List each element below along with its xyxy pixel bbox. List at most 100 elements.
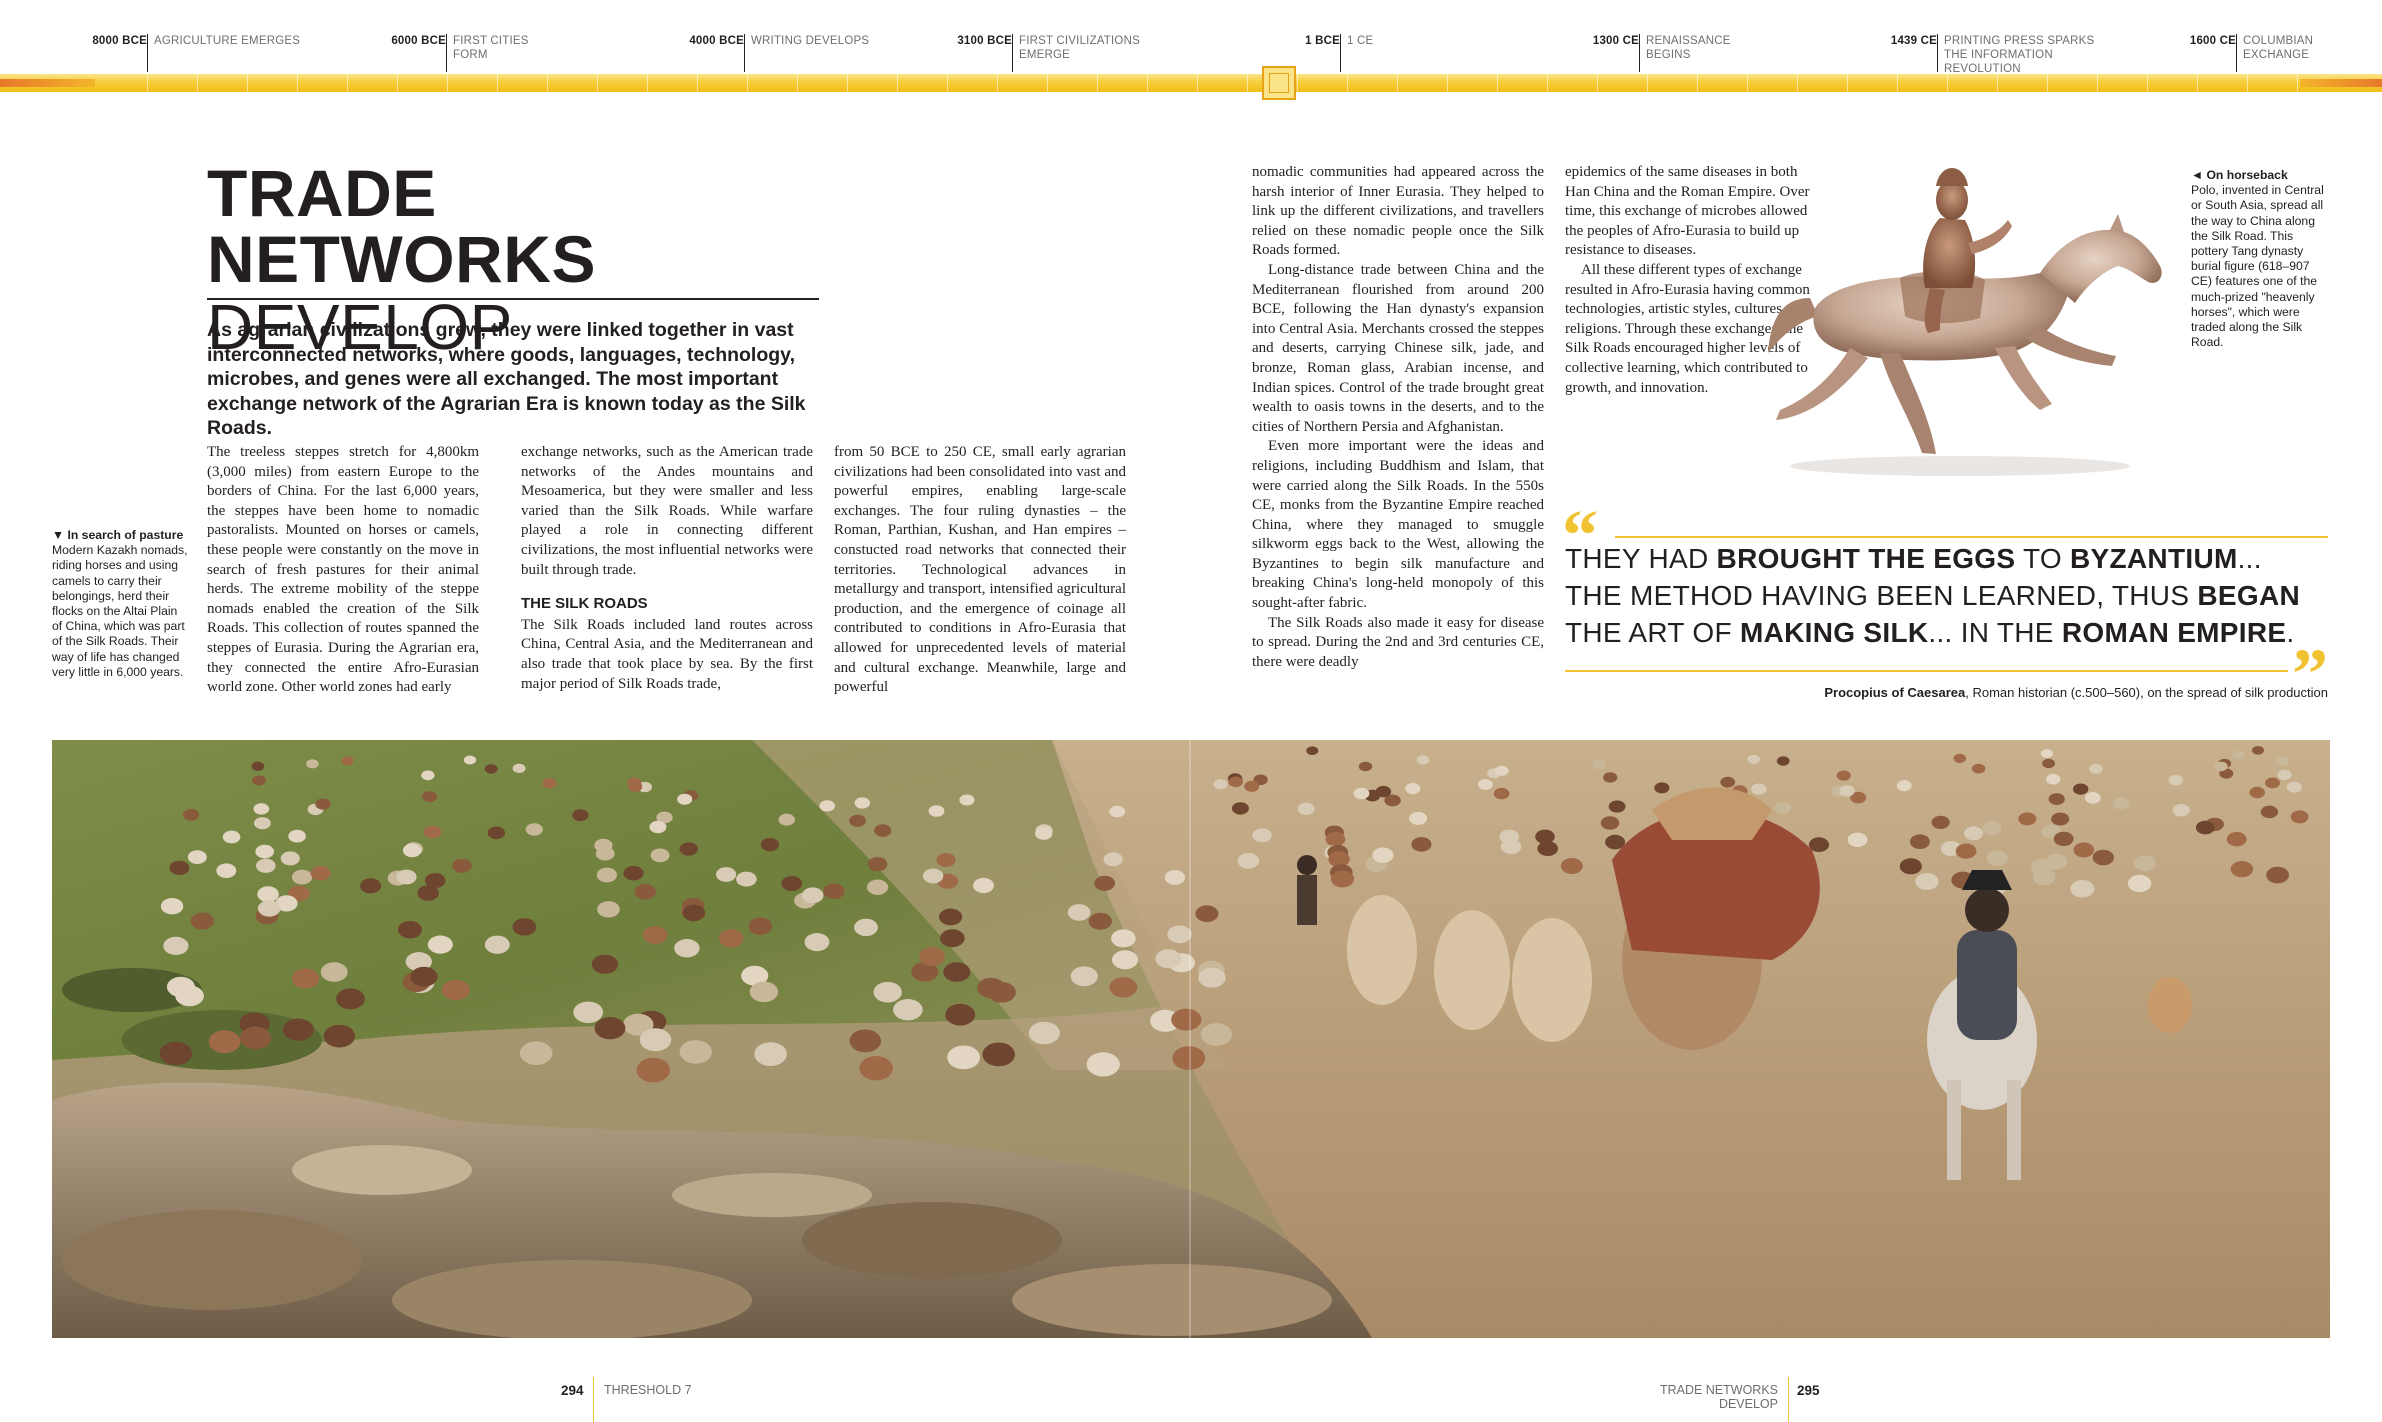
body-paragraph: Even more important were the ideas and r… — [1252, 438, 1544, 612]
title-divider — [207, 298, 819, 300]
timeline-tick — [1639, 34, 1640, 72]
timeline-tick — [2236, 34, 2237, 72]
timeline-date: 3100 BCE — [957, 35, 1012, 47]
body-paragraph: The treeless steppes stretch for 4,800km… — [207, 444, 479, 696]
quote-author-description: , Roman historian (c.500–560), on the sp… — [1965, 685, 2328, 700]
timeline-bar-segment — [2047, 74, 2048, 92]
timeline-bar-segment — [1897, 74, 1898, 92]
body-column-3: from 50 BCE to 250 CE, small early agrar… — [834, 443, 1126, 698]
timeline-date: 6000 BCE — [391, 35, 446, 47]
timeline-bar-segment — [797, 74, 798, 92]
timeline-bar-segment — [1797, 74, 1798, 92]
nomads-herding-photo — [52, 740, 2330, 1338]
timeline-bar-segment — [697, 74, 698, 92]
timeline-bar-segment — [197, 74, 198, 92]
timeline-bar-segment — [497, 74, 498, 92]
timeline-bar-segment — [1297, 74, 1298, 92]
body-paragraph: exchange networks, such as the American … — [521, 444, 813, 578]
caption-text: Modern Kazakh nomads, riding horses and … — [52, 543, 188, 679]
timeline-date: 8000 BCE — [92, 35, 147, 47]
timeline-bar-segment — [1197, 74, 1198, 92]
timeline-bar-segment — [947, 74, 948, 92]
timeline-date: 1439 CE — [1890, 35, 1937, 47]
timeline-bar-segment — [1497, 74, 1498, 92]
timeline-label: PRINTING PRESS SPARKS THE INFORMATION RE… — [1944, 35, 2095, 75]
timeline-bar-segment — [1447, 74, 1448, 92]
timeline-current-marker — [1262, 66, 1296, 100]
timeline-bar-segment — [847, 74, 848, 92]
timeline-bar-segment — [2297, 74, 2298, 92]
body-paragraph: Long-distance trade between China and th… — [1252, 261, 1544, 435]
timeline-tick — [147, 34, 148, 72]
page-number-left: 294 — [561, 1383, 584, 1398]
timeline-bar-segment — [147, 74, 148, 92]
footer-rule-right — [1788, 1377, 1789, 1422]
timeline-bar-segment — [597, 74, 598, 92]
body-column-1: The treeless steppes stretch for 4,800km… — [207, 443, 479, 698]
quote-emphasis: ROMAN EMPIRE — [2061, 617, 2287, 648]
caption-title: ◄ On horseback — [2191, 168, 2288, 182]
timeline-bar-segment — [1697, 74, 1698, 92]
timeline-bar-segment — [1397, 74, 1398, 92]
timeline-tick — [1012, 34, 1013, 72]
timeline-bar-segment — [747, 74, 748, 92]
intro-paragraph: As agrarian civilizations grew, they wer… — [207, 319, 806, 439]
timeline-bar-right-end — [2300, 79, 2382, 87]
timeline-label: AGRICULTURE EMERGES — [154, 35, 301, 47]
quote-author: Procopius of Caesarea — [1824, 685, 1966, 700]
quote-emphasis: BROUGHT THE EGGS — [1716, 543, 2016, 574]
quote-attribution: Procopius of Caesarea, Roman historian (… — [1565, 685, 2328, 700]
body-paragraph: nomadic communities had appeared across … — [1252, 164, 1544, 259]
timeline-bar-segment — [2147, 74, 2148, 92]
body-paragraph: The Silk Roads included land routes acro… — [521, 616, 813, 692]
quote-emphasis: MAKING SILK — [1739, 617, 1929, 648]
quote-emphasis: BYZANTIUM — [2070, 543, 2238, 574]
timeline-bar-segment — [2197, 74, 2198, 92]
timeline-bar-segment — [997, 74, 998, 92]
footer-rule-left — [593, 1377, 594, 1422]
quote-text: THEY HAD — [1565, 543, 1717, 574]
quote-rule-bottom — [1565, 670, 2288, 672]
quote-text: THE ART OF — [1565, 617, 1740, 648]
timeline-bar-segment — [447, 74, 448, 92]
timeline-label: RENAISSANCE BEGINS — [1646, 35, 1731, 61]
body-paragraph: from 50 BCE to 250 CE, small early agrar… — [834, 444, 1126, 696]
timeline-bar-segment — [1347, 74, 1348, 92]
timeline-label: 1 CE — [1347, 35, 1374, 47]
caption-title: ▼ In search of pasture — [52, 528, 184, 542]
footer-section-right: TRADE NETWORKS DEVELOP — [1659, 1383, 1778, 1411]
timeline-date: 4000 BCE — [689, 35, 744, 47]
timeline-bar-segment — [2097, 74, 2098, 92]
timeline-bar-segment — [397, 74, 398, 92]
timeline-bar-segment — [1147, 74, 1148, 92]
pottery-horse-figure-image — [1740, 148, 2180, 488]
quote-text: TO — [2015, 543, 2071, 574]
title-line-bold: TRADE NETWORKS — [207, 156, 596, 296]
timeline-tick — [744, 34, 745, 72]
body-column-2: exchange networks, such as the American … — [521, 443, 813, 694]
timeline-bar-segment — [1947, 74, 1948, 92]
body-paragraph: The Silk Roads also made it easy for dis… — [1252, 614, 1544, 670]
timeline-bar-segment — [2247, 74, 2248, 92]
pull-quote: THEY HAD BROUGHT THE EGGS TO BYZANTIUM..… — [1565, 540, 2325, 651]
timeline-bar-segment — [1247, 74, 1248, 92]
timeline-bar-segment — [1997, 74, 1998, 92]
timeline-bar-segment — [1747, 74, 1748, 92]
timeline: 8000 BCE AGRICULTURE EMERGES 6000 BCE FI… — [0, 0, 2382, 110]
timeline-label: COLUMBIAN EXCHANGE — [2243, 35, 2314, 61]
timeline-bar-segment — [347, 74, 348, 92]
quote-emphasis: BEGAN — [2197, 580, 2301, 611]
timeline-bar-segment — [1047, 74, 1048, 92]
timeline-label: FIRST CIVILIZATIONS EMERGE — [1019, 35, 1140, 61]
timeline-label: FIRST CITIES FORM — [453, 35, 529, 61]
timeline-bar — [0, 74, 2382, 92]
timeline-bar-segment — [1097, 74, 1098, 92]
timeline-tick — [1937, 34, 1938, 72]
timeline-date: 1600 CE — [2189, 35, 2236, 47]
timeline-tick — [1340, 34, 1341, 72]
timeline-bar-left-end — [0, 79, 95, 87]
timeline-bar-segment — [1597, 74, 1598, 92]
timeline-bar-segment — [547, 74, 548, 92]
timeline-label: WRITING DEVELOPS — [751, 35, 870, 47]
quote-text: ... IN THE — [1928, 617, 2062, 648]
